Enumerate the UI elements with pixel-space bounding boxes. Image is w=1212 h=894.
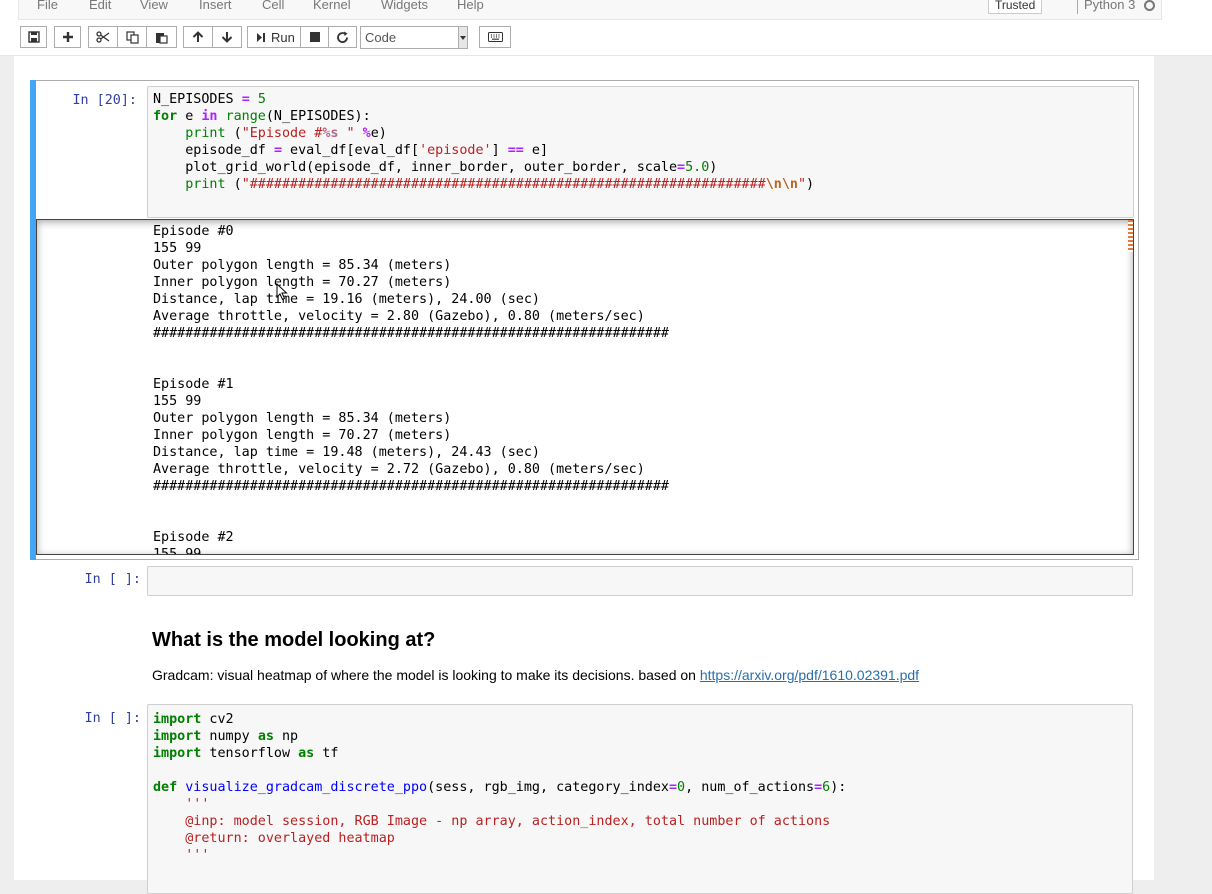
output-line: Episode #1 xyxy=(153,377,234,392)
stop-icon xyxy=(309,32,320,42)
output-area-scrolled[interactable]: Episode #0 155 99 Outer polygon length = 8… xyxy=(36,219,1134,555)
run-button[interactable]: Run xyxy=(247,26,301,48)
markdown-paragraph: Gradcam: visual heatmap of where the mod… xyxy=(152,667,919,683)
menubar: File Edit View Insert Cell Kernel Widget… xyxy=(0,0,1212,20)
code-line: import tensorflow as tf xyxy=(153,746,339,761)
menu-view[interactable]: View xyxy=(140,0,168,12)
output-line: Average throttle, velocity = 2.72 (Gazeb… xyxy=(153,462,645,477)
menu-file[interactable]: File xyxy=(37,0,58,12)
menu-insert[interactable]: Insert xyxy=(199,0,232,12)
output-line: 155 99 xyxy=(153,547,202,555)
kernel-separator xyxy=(1077,0,1078,14)
keyboard-icon xyxy=(487,32,503,42)
cell-prompt: In [20]: xyxy=(72,93,138,108)
output-line: Average throttle, velocity = 2.80 (Gazeb… xyxy=(153,309,645,324)
save-icon xyxy=(27,31,40,43)
insert-cell-button[interactable] xyxy=(54,26,81,48)
code-line: for e in range(N_EPISODES): xyxy=(153,109,371,124)
kernel-name: Python 3 xyxy=(1084,0,1136,12)
chevron-down-icon xyxy=(458,27,467,48)
output-line: Distance, lap time = 19.16 (meters), 24.… xyxy=(153,292,540,307)
save-button[interactable] xyxy=(20,26,47,48)
empty-code-input[interactable] xyxy=(147,566,1133,596)
code-line: import cv2 xyxy=(153,712,234,727)
code-line: @return: overlayed heatmap xyxy=(153,831,395,846)
trusted-badge[interactable]: Trusted xyxy=(988,0,1043,14)
code-input[interactable]: import cv2 import numpy as np import ten… xyxy=(147,704,1133,894)
output-line: 155 99 xyxy=(153,241,202,256)
kernel-idle-icon xyxy=(1144,0,1155,11)
code-line: print ("################################… xyxy=(185,177,815,192)
code-editor[interactable]: N_EPISODES = 5 for e in range(N_EPISODES… xyxy=(153,91,814,193)
paragraph-text: Gradcam: visual heatmap of where the mod… xyxy=(152,667,700,683)
arrow-down-icon xyxy=(221,32,233,43)
code-line: def visualize_gradcam_discrete_ppo(sess,… xyxy=(153,780,847,795)
interrupt-button[interactable] xyxy=(300,26,329,48)
output-line: 155 99 xyxy=(153,394,202,409)
run-icon xyxy=(257,32,265,42)
menu-widgets[interactable]: Widgets xyxy=(381,0,428,12)
run-label: Run xyxy=(271,29,295,45)
cell-type-select[interactable]: Code xyxy=(360,26,468,49)
code-line: N_EPISODES = 5 xyxy=(153,92,266,107)
restart-button[interactable] xyxy=(328,26,357,48)
restart-icon xyxy=(337,31,348,43)
output-line: ########################################… xyxy=(153,326,669,341)
page-scroll-area[interactable] xyxy=(1154,56,1212,880)
copy-button[interactable] xyxy=(117,26,147,48)
output-line: ########################################… xyxy=(153,479,669,494)
output-line: Episode #2 xyxy=(153,530,234,545)
paste-icon xyxy=(156,32,168,44)
code-cell-selected[interactable]: In [20]: N_EPISODES = 5 for e in range(N… xyxy=(30,80,1139,560)
code-line: ''' xyxy=(153,797,210,812)
output-line: Outer polygon length = 85.34 (meters) xyxy=(153,411,452,426)
copy-icon xyxy=(125,30,139,44)
menubar-container: File Edit View Insert Cell Kernel Widget… xyxy=(18,0,1162,20)
cut-button[interactable] xyxy=(88,26,118,48)
cell-output: Episode #0 155 99 Outer polygon length = 8… xyxy=(153,223,669,555)
arxiv-link[interactable]: https://arxiv.org/pdf/1610.02391.pdf xyxy=(700,667,919,683)
mouse-cursor-icon xyxy=(276,283,288,301)
code-line: import numpy as np xyxy=(153,729,299,744)
move-up-button[interactable] xyxy=(183,26,213,48)
command-palette-button[interactable] xyxy=(479,26,511,48)
output-line: Distance, lap time = 19.48 (meters), 24.… xyxy=(153,445,540,460)
toolbar: Run Code xyxy=(0,20,1212,56)
cell-type-value: Code xyxy=(365,30,397,45)
code-line: episode_df = eval_df[eval_df['episode'] … xyxy=(153,143,549,158)
output-line: Outer polygon length = 85.34 (meters) xyxy=(153,258,452,273)
menu-kernel[interactable]: Kernel xyxy=(313,0,351,12)
move-down-button[interactable] xyxy=(212,26,242,48)
code-line: print ("Episode #%s " %e) xyxy=(185,126,387,141)
code-line: plot_grid_world(episode_df, inner_border… xyxy=(153,160,718,175)
output-line: Inner polygon length = 70.27 (meters) xyxy=(153,275,452,290)
menu-edit[interactable]: Edit xyxy=(89,0,111,12)
menu-help[interactable]: Help xyxy=(457,0,484,12)
code-input[interactable]: N_EPISODES = 5 for e in range(N_EPISODES… xyxy=(147,86,1134,218)
code-editor[interactable]: import cv2 import numpy as np import ten… xyxy=(153,711,846,864)
plus-icon xyxy=(62,32,73,42)
cut-icon xyxy=(96,31,110,43)
markdown-heading: What is the model looking at? xyxy=(152,629,436,651)
cell-prompt: In [ ]: xyxy=(84,711,141,726)
code-line: @inp: model session, RGB Image - np arra… xyxy=(153,814,831,829)
output-resize-handle[interactable] xyxy=(1128,220,1133,252)
menu-cell[interactable]: Cell xyxy=(262,0,284,12)
cell-prompt: In [ ]: xyxy=(84,572,141,587)
code-line: ''' xyxy=(153,848,210,863)
notebook-container[interactable]: In [20]: N_EPISODES = 5 for e in range(N… xyxy=(14,56,1154,894)
output-line: Inner polygon length = 70.27 (meters) xyxy=(153,428,452,443)
output-line: Episode #0 xyxy=(153,224,234,239)
arrow-up-icon xyxy=(192,31,204,42)
paste-button[interactable] xyxy=(146,26,177,48)
